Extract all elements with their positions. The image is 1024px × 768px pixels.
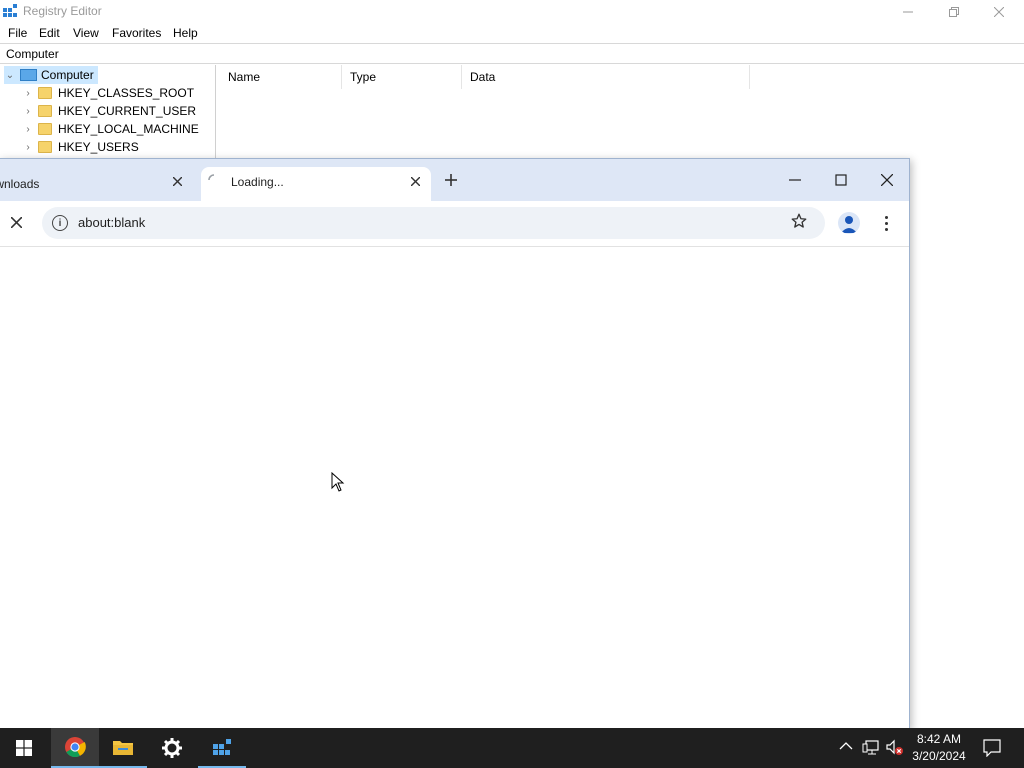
browser-menu-button[interactable] xyxy=(878,211,894,235)
registry-editor-icon xyxy=(213,739,231,755)
clock-time: 8:42 AM xyxy=(916,732,962,746)
loading-spinner-icon xyxy=(208,174,215,181)
new-tab-button[interactable] xyxy=(440,169,462,191)
dot xyxy=(884,215,888,219)
chrome-window: Downloads Loading... xyxy=(0,158,910,730)
mouse-cursor-icon xyxy=(331,472,345,492)
minimize-icon xyxy=(903,11,913,12)
folder-icon xyxy=(38,123,52,135)
minimize-button[interactable] xyxy=(885,0,931,23)
tree-item-label: HKEY_LOCAL_MACHINE xyxy=(58,122,199,136)
menu-help[interactable]: Help xyxy=(173,26,198,40)
close-button[interactable] xyxy=(865,165,909,195)
info-icon[interactable]: i xyxy=(52,215,68,231)
folder-icon xyxy=(38,141,52,153)
maximize-button[interactable] xyxy=(819,165,863,195)
minimize-button[interactable] xyxy=(773,165,817,195)
chevron-right-icon[interactable]: › xyxy=(22,106,34,117)
address-bar[interactable]: Computer xyxy=(0,43,1024,64)
chevron-right-icon[interactable]: › xyxy=(22,124,34,135)
folder-icon xyxy=(38,105,52,117)
window-title: Registry Editor xyxy=(23,4,102,18)
column-header-name[interactable]: Name xyxy=(220,65,342,89)
taskbar-settings[interactable] xyxy=(148,728,196,768)
url-text[interactable]: about:blank xyxy=(78,215,145,230)
page-content[interactable] xyxy=(0,248,909,729)
tab-title: Loading... xyxy=(231,175,284,189)
address-bar[interactable]: i about:blank xyxy=(42,207,825,239)
chrome-icon xyxy=(65,737,86,758)
tab-loading[interactable]: Loading... xyxy=(201,167,431,201)
bookmark-star-icon[interactable] xyxy=(790,212,808,230)
maximize-icon xyxy=(835,174,847,186)
chevron-right-icon[interactable]: › xyxy=(22,142,34,153)
tab-downloads[interactable]: Downloads xyxy=(0,167,200,201)
windows-start-icon xyxy=(16,740,32,756)
chevron-down-icon[interactable]: ⌄ xyxy=(4,70,16,81)
close-icon xyxy=(881,174,893,186)
taskbar-chrome[interactable] xyxy=(51,728,99,768)
dot xyxy=(884,221,888,225)
tab-close-button[interactable] xyxy=(167,171,187,191)
settings-gear-icon xyxy=(162,738,182,758)
close-icon xyxy=(410,176,420,186)
registry-editor-icon xyxy=(3,4,17,17)
tree-item-hkey-current-user[interactable]: › HKEY_CURRENT_USER xyxy=(22,102,196,120)
action-center-notification-icon[interactable] xyxy=(983,739,1001,757)
minimize-icon xyxy=(789,179,801,181)
menu-file[interactable]: File xyxy=(8,26,27,40)
volume-muted-icon[interactable] xyxy=(885,739,905,757)
close-icon xyxy=(172,176,182,186)
close-icon xyxy=(10,216,22,228)
menu-edit[interactable]: Edit xyxy=(39,26,60,40)
taskbar-file-explorer[interactable] xyxy=(99,728,147,768)
column-header-data[interactable]: Data xyxy=(462,65,750,89)
menu-view[interactable]: View xyxy=(73,26,99,40)
clock-date: 3/20/2024 xyxy=(912,749,966,763)
tree-item-hkey-local-machine[interactable]: › HKEY_LOCAL_MACHINE xyxy=(22,120,199,138)
registry-editor-titlebar[interactable]: Registry Editor xyxy=(0,0,1024,23)
profile-button[interactable] xyxy=(838,212,860,234)
chevron-right-icon[interactable]: › xyxy=(22,88,34,99)
close-button[interactable] xyxy=(976,0,1022,23)
plus-icon xyxy=(445,174,457,186)
tree-item-hkey-classes-root[interactable]: › HKEY_CLASSES_ROOT xyxy=(22,84,194,102)
start-button[interactable] xyxy=(0,728,48,768)
tree-item-label: HKEY_USERS xyxy=(58,140,139,154)
close-icon xyxy=(994,6,1004,17)
tree-item-hkey-users[interactable]: › HKEY_USERS xyxy=(22,138,139,156)
menu-favorites[interactable]: Favorites xyxy=(112,26,161,40)
system-clock[interactable]: 8:42 AM 3/20/2024 xyxy=(908,731,970,765)
restore-icon xyxy=(949,6,959,17)
tree-item-label: Computer xyxy=(41,68,94,82)
file-explorer-icon xyxy=(113,741,133,755)
restore-button[interactable] xyxy=(931,0,977,23)
folder-icon xyxy=(38,87,52,99)
tab-title: Downloads xyxy=(0,177,40,191)
tab-close-button[interactable] xyxy=(405,171,425,191)
computer-icon xyxy=(20,69,37,81)
network-icon[interactable] xyxy=(862,740,880,756)
stop-loading-button[interactable] xyxy=(4,210,28,234)
tree-item-label: HKEY_CURRENT_USER xyxy=(58,104,197,118)
tree-item-computer[interactable]: ⌄ Computer xyxy=(4,66,98,84)
taskbar-registry-editor[interactable] xyxy=(198,728,246,768)
tab-strip: Downloads Loading... xyxy=(0,159,909,201)
profile-avatar-icon xyxy=(841,216,857,233)
taskbar: 8:42 AM 3/20/2024 xyxy=(0,728,1024,768)
show-hidden-icons-chevron-up-icon[interactable] xyxy=(839,741,853,751)
menu-bar: File Edit View Favorites Help xyxy=(0,23,1024,43)
dot xyxy=(884,227,888,231)
column-header-type[interactable]: Type xyxy=(342,65,462,89)
tree-item-label: HKEY_CLASSES_ROOT xyxy=(58,86,195,100)
browser-toolbar: i about:blank xyxy=(0,201,909,247)
